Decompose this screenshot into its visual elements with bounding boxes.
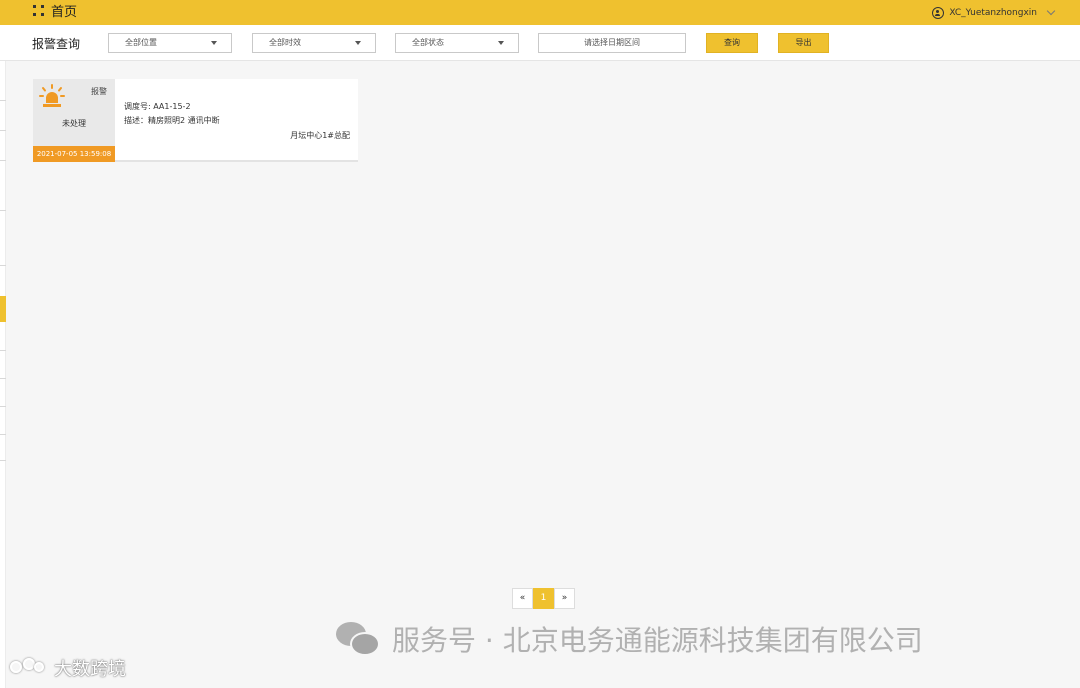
sidebar-item-active[interactable] — [0, 296, 6, 322]
sidebar-divider — [0, 378, 6, 379]
sidebar-divider — [0, 210, 6, 211]
corner-logo-icon — [10, 658, 48, 678]
caret-down-icon — [498, 41, 504, 45]
top-bar: 首页 XC_Yuetanzhongxin — [0, 0, 1080, 25]
alarm-card[interactable]: 报警 未处理 2021-07-05 13:59:08 调度号: AA1-15-2… — [33, 79, 358, 162]
status-select-value: 全部状态 — [412, 38, 444, 47]
sidebar-divider — [0, 434, 6, 435]
page-1-button[interactable]: 1 — [533, 588, 554, 609]
sidebar-divider — [0, 100, 6, 101]
collapsed-sidebar — [0, 60, 6, 688]
validity-select-value: 全部时效 — [269, 38, 301, 47]
user-name: XC_Yuetanzhongxin — [949, 8, 1037, 18]
status-select[interactable]: 全部状态 — [395, 33, 519, 53]
expand-menu-icon[interactable] — [33, 5, 46, 18]
sidebar-divider — [0, 160, 6, 161]
alarm-siren-icon — [39, 84, 65, 107]
alarm-description: 描述：精房照明2 通讯中断 — [124, 116, 220, 125]
date-range-input[interactable]: 请选择日期区间 — [538, 33, 686, 53]
sidebar-divider — [0, 460, 6, 461]
next-page-button[interactable]: » — [554, 588, 575, 609]
alarm-location: 月坛中心1#总配 — [290, 131, 350, 140]
pagination: « 1 » — [512, 588, 575, 609]
sidebar-divider — [0, 265, 6, 266]
caret-down-icon — [211, 41, 217, 45]
alarm-timestamp: 2021-07-05 13:59:08 — [33, 146, 115, 162]
sidebar-divider — [0, 350, 6, 351]
date-range-placeholder: 请选择日期区间 — [584, 38, 640, 47]
alarm-card-status-panel: 报警 未处理 2021-07-05 13:59:08 — [33, 79, 115, 162]
alarm-dispatch-number: 调度号: AA1-15-2 — [124, 102, 191, 111]
watermark-corner-text: 大数跨境 — [54, 659, 126, 680]
sidebar-divider — [0, 406, 6, 407]
home-tab-title[interactable]: 首页 — [51, 4, 77, 21]
page-title: 报警查询 — [32, 37, 81, 51]
location-select-value: 全部位置 — [125, 38, 157, 47]
alarm-status-label: 未处理 — [62, 119, 86, 128]
prev-page-button[interactable]: « — [512, 588, 533, 609]
watermark-text: 服务号 · 北京电务通能源科技集团有限公司 — [392, 624, 923, 657]
sidebar-divider — [0, 130, 6, 131]
user-menu[interactable]: XC_Yuetanzhongxin — [932, 6, 1056, 20]
export-button[interactable]: 导出 — [778, 33, 829, 53]
location-select[interactable]: 全部位置 — [108, 33, 232, 53]
alarm-type-label: 报警 — [91, 87, 107, 96]
validity-select[interactable]: 全部时效 — [252, 33, 376, 53]
filter-bar: 报警查询 全部位置 全部时效 全部状态 请选择日期区间 查询 导出 — [0, 25, 1080, 61]
wechat-icon — [336, 620, 382, 658]
chevron-down-icon — [1046, 6, 1056, 16]
caret-down-icon — [355, 41, 361, 45]
user-avatar-icon — [932, 7, 945, 19]
query-button[interactable]: 查询 — [706, 33, 758, 53]
watermark-service-account: 服务号 · 北京电务通能源科技集团有限公司 — [336, 619, 923, 659]
watermark-corner: 大数跨境 — [10, 655, 126, 681]
